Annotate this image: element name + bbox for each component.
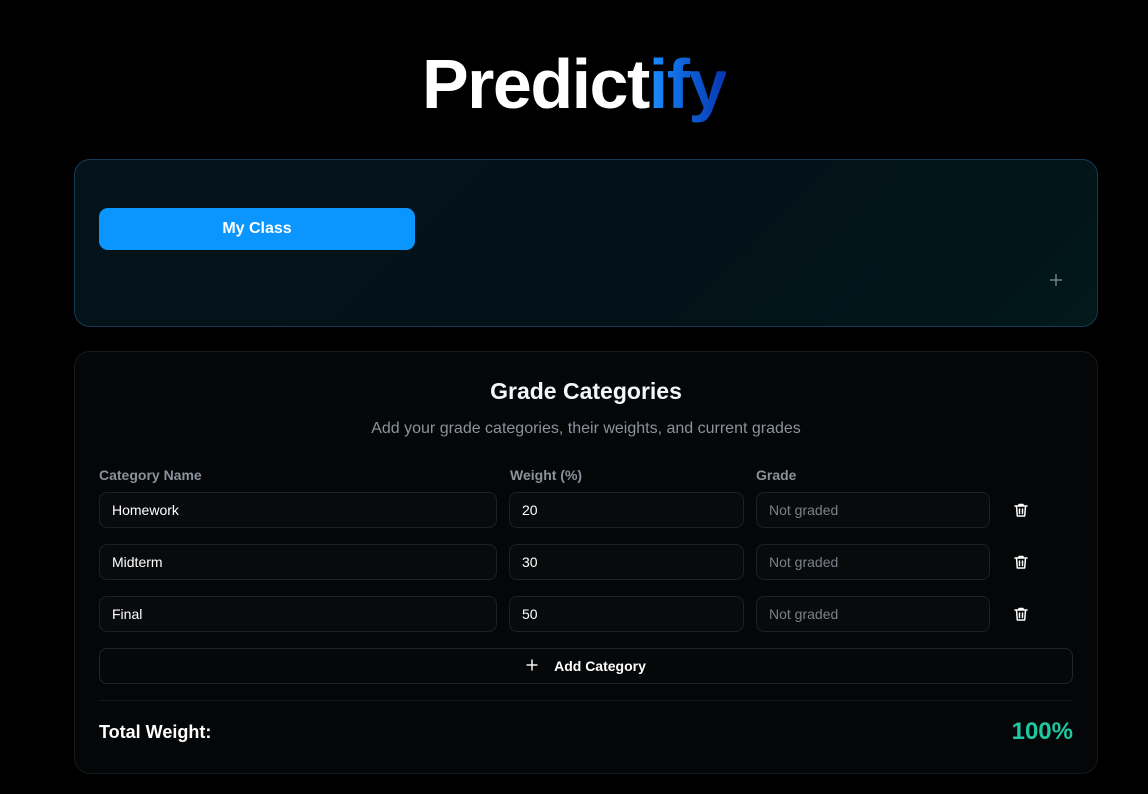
- category-name-input[interactable]: [99, 596, 497, 632]
- column-header-grade: Grade: [756, 467, 797, 483]
- grade-categories-title: Grade Categories: [490, 378, 682, 404]
- grade-categories-subtitle: Add your grade categories, their weights…: [371, 420, 801, 437]
- column-header-weight: Weight (%): [510, 467, 583, 483]
- class-selector-panel: My Class: [74, 159, 1098, 327]
- total-weight-label: Total Weight:: [99, 722, 212, 742]
- class-tab-my-class[interactable]: My Class: [99, 208, 415, 250]
- delete-row-trash-icon[interactable]: [1013, 606, 1029, 622]
- add-category-label: Add Category: [554, 658, 646, 674]
- category-weight-input[interactable]: [509, 544, 744, 580]
- logo-text-plain: Predict: [421, 45, 650, 123]
- delete-row-trash-icon[interactable]: [1013, 554, 1029, 570]
- category-grade-input[interactable]: [756, 544, 990, 580]
- category-weight-input[interactable]: [509, 596, 744, 632]
- app-logo: Predictify: [0, 44, 1148, 124]
- category-name-input[interactable]: [99, 544, 497, 580]
- delete-row-trash-icon[interactable]: [1013, 502, 1029, 518]
- grade-categories-panel: Grade Categories Add your grade categori…: [74, 351, 1098, 774]
- category-weight-input[interactable]: [509, 492, 744, 528]
- category-grade-input[interactable]: [756, 596, 990, 632]
- total-weight-value: 100%: [1011, 718, 1073, 745]
- divider: [99, 700, 1073, 701]
- category-grade-input[interactable]: [756, 492, 990, 528]
- add-category-button[interactable]: Add Category: [99, 648, 1073, 684]
- column-header-category-name: Category Name: [99, 467, 202, 483]
- category-name-input[interactable]: [99, 492, 497, 528]
- plus-icon: [526, 658, 538, 674]
- logo-text-accent: ify: [648, 45, 728, 123]
- add-class-plus-icon[interactable]: [1049, 273, 1063, 287]
